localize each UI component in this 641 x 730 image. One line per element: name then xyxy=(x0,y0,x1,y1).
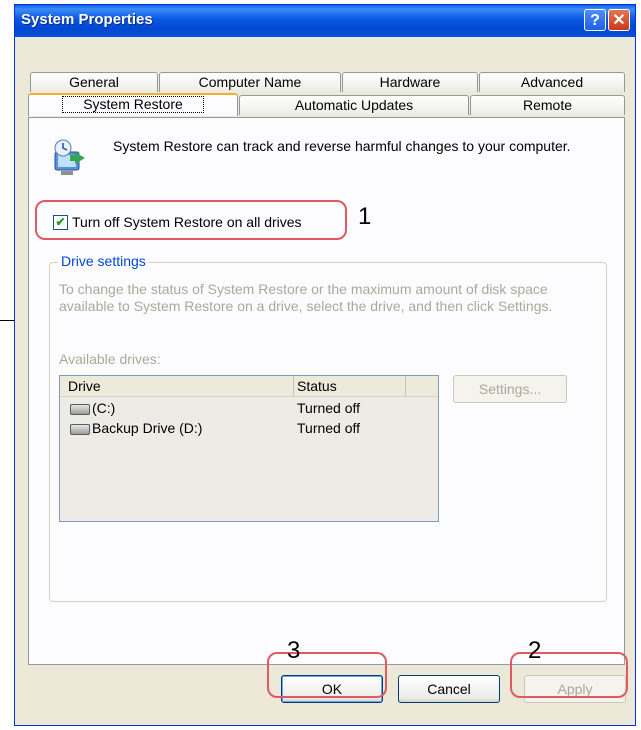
drive-status: Turned off xyxy=(297,400,361,416)
drive-settings-group: Drive settings To change the status of S… xyxy=(49,253,607,602)
external-divider-line xyxy=(0,320,14,321)
annotation-number-3: 3 xyxy=(287,637,301,664)
turn-off-system-restore-label[interactable]: Turn off System Restore on all drives xyxy=(72,214,302,230)
tab-label: System Restore xyxy=(62,96,204,113)
title-bar[interactable]: System Properties ? ✕ xyxy=(15,5,635,37)
tab-computer-name[interactable]: Computer Name xyxy=(159,72,341,92)
system-restore-description: System Restore can track and reverse har… xyxy=(113,138,571,154)
tab-automatic-updates[interactable]: Automatic Updates xyxy=(239,95,469,115)
tab-label: Hardware xyxy=(379,74,441,90)
drive-name: (C:) xyxy=(92,400,116,416)
tab-hardware[interactable]: Hardware xyxy=(342,72,478,92)
ok-button[interactable]: OK xyxy=(281,675,383,703)
tab-label: Advanced xyxy=(520,74,584,90)
system-restore-panel: System Restore can track and reverse har… xyxy=(28,117,625,665)
tab-label: Remote xyxy=(522,97,573,113)
turn-off-system-restore-checkbox[interactable]: ✔ xyxy=(53,215,68,230)
available-drives-label: Available drives: xyxy=(59,351,161,367)
drive-icon xyxy=(70,423,90,435)
drive-settings-description: To change the status of System Restore o… xyxy=(59,281,553,314)
drive-icon xyxy=(70,403,90,415)
system-properties-window: System Properties ? ✕ General Computer N… xyxy=(14,4,636,726)
list-item[interactable]: Backup Drive (D:) Turned off xyxy=(60,418,438,438)
system-restore-icon xyxy=(54,139,85,175)
column-header-drive[interactable]: Drive xyxy=(60,376,294,396)
drives-list[interactable]: Drive Status (C:) Turned off Backup Driv… xyxy=(59,375,439,522)
tab-label: Computer Name xyxy=(198,74,302,90)
help-button[interactable]: ? xyxy=(584,9,606,31)
drive-settings-legend: Drive settings xyxy=(58,253,149,269)
apply-button[interactable]: Apply xyxy=(524,675,626,703)
tab-system-restore[interactable]: System Restore xyxy=(28,93,238,116)
tab-remote[interactable]: Remote xyxy=(470,95,625,115)
drive-status: Turned off xyxy=(297,420,361,436)
tab-general[interactable]: General xyxy=(30,72,158,92)
annotation-number-2: 2 xyxy=(528,637,542,664)
annotation-number-1: 1 xyxy=(358,203,372,230)
drives-list-header: Drive Status xyxy=(60,376,438,397)
tab-label: General xyxy=(69,74,119,90)
list-item[interactable]: (C:) Turned off xyxy=(60,398,438,418)
drive-name: Backup Drive (D:) xyxy=(92,420,203,436)
cancel-button[interactable]: Cancel xyxy=(398,675,500,703)
column-header-status[interactable]: Status xyxy=(293,376,406,396)
close-button[interactable]: ✕ xyxy=(608,9,630,31)
tab-advanced[interactable]: Advanced xyxy=(479,72,625,92)
window-title: System Properties xyxy=(21,11,153,28)
settings-button[interactable]: Settings... xyxy=(453,375,567,403)
tab-label: Automatic Updates xyxy=(294,97,414,113)
